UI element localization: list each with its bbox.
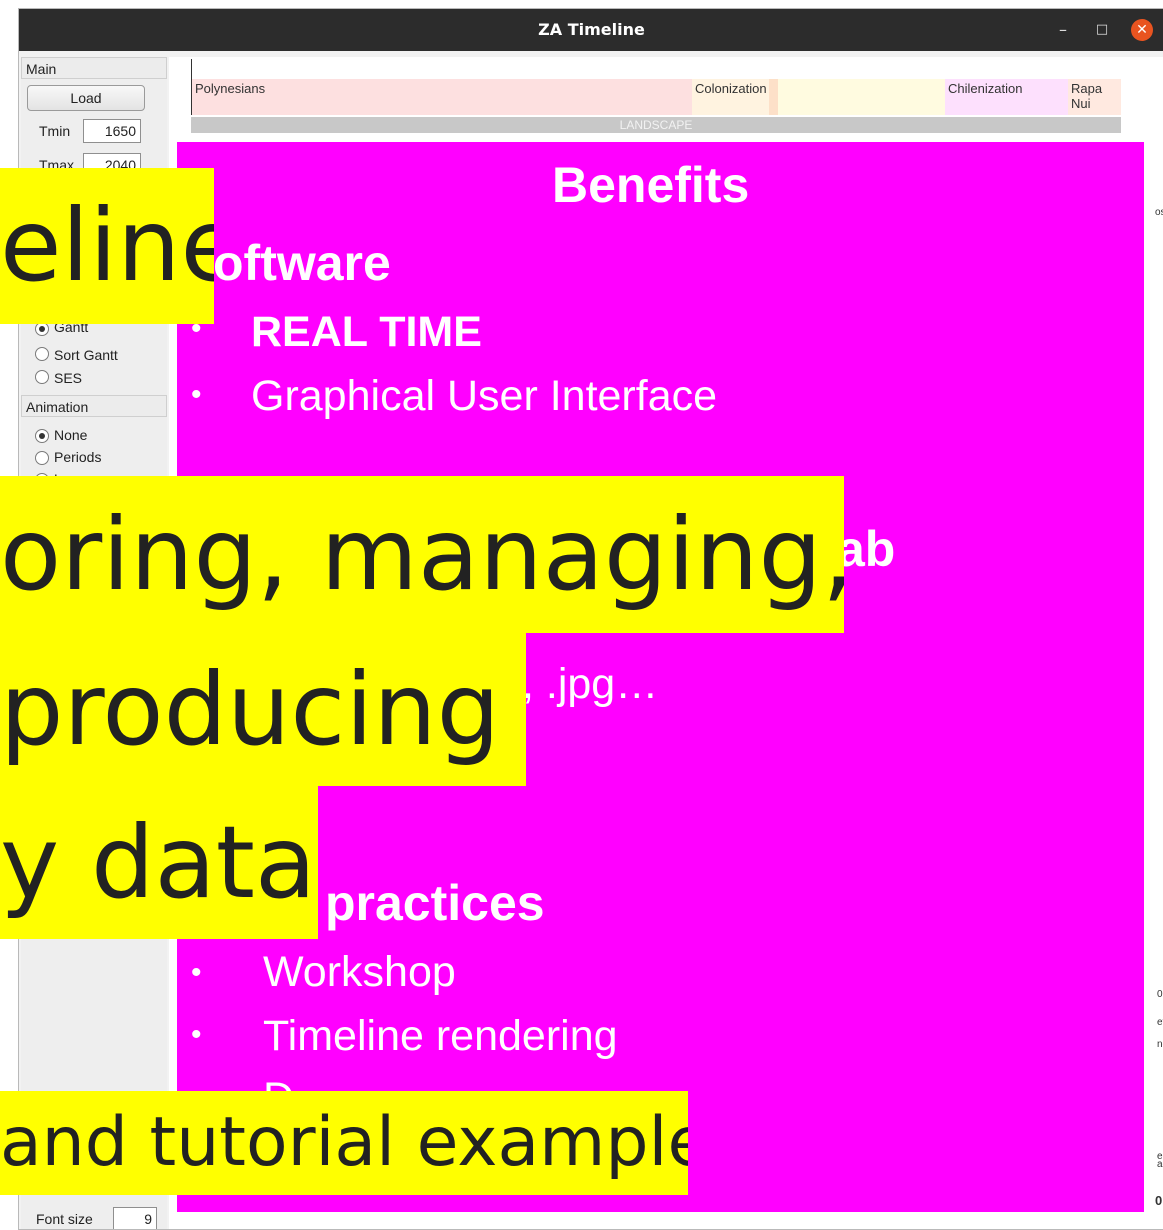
software-item: Graphical User Interface <box>251 372 718 420</box>
section-practices: practices <box>325 875 545 931</box>
minimize-button[interactable]: – <box>1052 19 1074 41</box>
caption-line: producing <box>0 633 526 786</box>
font-size-field[interactable]: 9 <box>113 1207 157 1229</box>
font-size-label: Font size <box>36 1211 93 1227</box>
ses-radio[interactable] <box>35 370 49 384</box>
section-software: oftware <box>213 235 391 291</box>
animation-group-label: Animation <box>21 395 167 417</box>
load-button[interactable]: Load <box>27 85 145 111</box>
practice-item: Workshop <box>263 948 456 996</box>
practice-item: Timeline rendering <box>263 1012 618 1060</box>
caption-line: eline <box>0 168 214 324</box>
bullet-icon: • <box>191 378 202 411</box>
edge-fragment: et <box>1157 1017 1163 1028</box>
tmin-field[interactable]: 1650 <box>83 119 141 143</box>
edge-fragment: ag <box>1157 1159 1163 1170</box>
partial-text: ab <box>837 521 896 577</box>
period-transition[interactable] <box>769 79 778 115</box>
edge-fragment: 0 <box>1157 989 1163 1000</box>
edge-fragment: 0 <box>1155 1193 1163 1208</box>
caption-line: oring, managing, <box>0 476 844 633</box>
bullet-icon: • <box>191 956 202 989</box>
animation-periods-label: Periods <box>54 449 102 465</box>
bullet-icon: • <box>191 1018 202 1051</box>
animation-periods-radio[interactable] <box>35 451 49 465</box>
software-item: REAL TIME <box>251 308 482 356</box>
caption-line: y data <box>0 786 318 939</box>
period-unlabeled[interactable] <box>778 79 945 115</box>
ses-label: SES <box>54 370 83 386</box>
partial-text: , .jpg… <box>522 660 659 708</box>
edge-fragment: os <box>1155 207 1163 218</box>
layer-landscape[interactable]: LANDSCAPE <box>191 117 1121 133</box>
caption-line: and tutorial example <box>0 1091 688 1195</box>
sort-gantt-label: Sort Gantt <box>54 347 118 363</box>
tmin-label: Tmin <box>39 123 71 139</box>
gantt-radio[interactable] <box>35 322 49 336</box>
animation-none-label: None <box>54 427 88 443</box>
period-colonization[interactable]: Colonization <box>692 79 769 115</box>
maximize-button[interactable]: □ <box>1091 19 1113 41</box>
edge-fragment: nc <box>1157 1039 1163 1050</box>
slide-title: Benefits <box>552 157 750 213</box>
title-bar: ZA Timeline – □ ✕ <box>19 9 1163 51</box>
animation-none-radio[interactable] <box>35 429 49 443</box>
period-polynesians[interactable]: Polynesians <box>192 79 692 115</box>
period-rapa-nui[interactable]: Rapa Nui <box>1068 79 1121 115</box>
close-button[interactable]: ✕ <box>1131 19 1153 41</box>
sort-gantt-radio[interactable] <box>35 347 49 361</box>
period-chilenization[interactable]: Chilenization <box>945 79 1068 115</box>
main-group-label: Main <box>21 57 167 79</box>
window-title: ZA Timeline <box>538 20 645 39</box>
